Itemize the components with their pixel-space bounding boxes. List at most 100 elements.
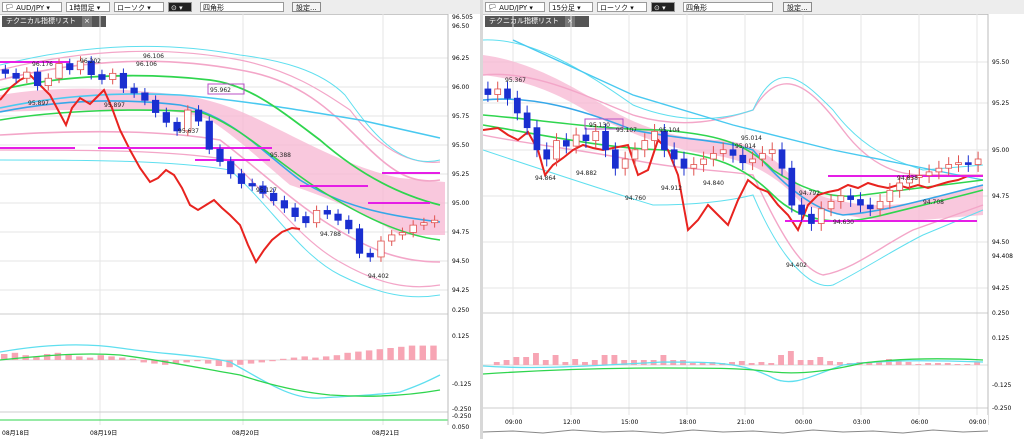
price-tick: 96.25 xyxy=(452,55,469,62)
osc-bar xyxy=(748,363,755,365)
price-tick: 95.00 xyxy=(992,147,1009,154)
candle-body xyxy=(739,154,747,164)
candle-body xyxy=(690,164,698,169)
candle-body xyxy=(98,74,106,80)
candle-body xyxy=(66,63,74,71)
candle-body xyxy=(817,208,825,224)
osc-bar xyxy=(408,345,416,360)
x-label: 15:00 xyxy=(621,419,638,426)
osc-bar xyxy=(542,360,549,365)
candle-body xyxy=(680,158,688,169)
candle-body xyxy=(768,149,776,154)
candle-body xyxy=(533,127,541,151)
osc-bar xyxy=(269,360,276,362)
candle-body xyxy=(484,88,492,95)
price-annotation: 96.106 xyxy=(136,61,157,68)
osc-bar xyxy=(591,360,598,365)
osc-tick: 0.250 xyxy=(452,307,469,314)
candle-body xyxy=(592,130,600,141)
x-label: 12:00 xyxy=(563,419,580,426)
candle-body xyxy=(964,162,972,165)
osc-tick: -0.125 xyxy=(992,382,1012,389)
price-annotation: 94.838 xyxy=(897,175,918,182)
candle-body xyxy=(866,204,874,210)
candle-body xyxy=(205,120,213,150)
osc-bar xyxy=(817,357,824,365)
price-tick: 94.75 xyxy=(452,229,469,236)
candle-body xyxy=(513,97,521,114)
candle-body xyxy=(216,148,224,162)
chart-panel-right: 🏳 AUD/JPY ▾ 15分足 ▾ ローソク ▾ ⊙ ▾ 四角形 設定... … xyxy=(483,0,1024,439)
osc-tick: 0.250 xyxy=(992,310,1009,317)
candle-body xyxy=(504,88,511,99)
x-label: 18:00 xyxy=(679,419,696,426)
price-tick: 94.75 xyxy=(992,193,1009,200)
osc-bar xyxy=(430,345,437,360)
price-tick: 96.50 xyxy=(452,23,469,30)
candle-body xyxy=(602,130,609,151)
chart-panel-left: 🏳 AUD/JPY ▾ 1時間足 ▾ ローソク ▾ ⊙ ▾ 四角形 設定... … xyxy=(0,0,480,439)
candle-body xyxy=(194,109,203,122)
osc-bar xyxy=(97,355,105,360)
candle-body xyxy=(582,134,590,141)
price-annotation: 95.962 xyxy=(210,87,231,94)
osc-bar xyxy=(503,360,510,365)
osc-bar xyxy=(119,357,126,360)
candle-body xyxy=(151,99,160,113)
osc-bar xyxy=(954,364,961,365)
osc-bar xyxy=(905,362,912,365)
osc-bar xyxy=(523,357,530,365)
candle-body xyxy=(621,158,629,169)
osc-bar xyxy=(86,357,94,360)
candle-body xyxy=(612,149,619,169)
candle-body xyxy=(651,130,658,141)
osc-bar xyxy=(915,364,922,365)
osc-bar xyxy=(513,357,520,365)
x-label: 08月20日 xyxy=(232,430,259,437)
osc-bar xyxy=(797,360,804,365)
candle-body xyxy=(876,200,884,210)
candle-body xyxy=(710,153,717,160)
candle-body xyxy=(141,92,149,101)
price-tick: 96.00 xyxy=(452,84,469,91)
price-tick: 95.75 xyxy=(452,113,469,120)
candle-body xyxy=(553,140,560,160)
candle-body xyxy=(631,149,639,160)
price-annotation: 95.637 xyxy=(178,128,199,135)
osc-bar xyxy=(944,363,951,365)
price-tick: 94.25 xyxy=(992,285,1009,292)
price-annotation: 95.897 xyxy=(104,102,125,109)
osc-bar xyxy=(925,363,932,365)
candle-body xyxy=(33,71,42,87)
osc-bar xyxy=(129,358,137,360)
candle-body xyxy=(12,72,20,79)
osc-bar xyxy=(301,356,308,360)
candle-body xyxy=(641,140,649,151)
price-annotation: 95.014 xyxy=(735,143,756,150)
osc-bar xyxy=(493,362,500,365)
osc-bar xyxy=(758,362,765,365)
osc-bar xyxy=(247,360,255,364)
candle-body xyxy=(700,158,707,165)
candle-body xyxy=(398,232,407,236)
candle-body xyxy=(847,195,854,200)
candle-body xyxy=(719,149,727,154)
price-tick: 95.25 xyxy=(992,100,1009,107)
x-label: 21:00 xyxy=(737,419,754,426)
candle-body xyxy=(345,219,353,230)
candle-body xyxy=(334,213,342,221)
osc-bar xyxy=(215,360,223,366)
candle-body xyxy=(798,204,805,215)
osc-bar xyxy=(768,363,775,365)
price-annotation: 95.130 xyxy=(589,122,610,129)
candle-body xyxy=(409,224,417,233)
candle-body xyxy=(312,210,321,224)
price-annotation: 95.104 xyxy=(659,127,680,134)
candle-body xyxy=(431,219,439,224)
x-label: 09:00 xyxy=(505,419,522,426)
osc-bar xyxy=(660,355,667,365)
candle-body xyxy=(23,71,31,79)
osc-bar xyxy=(183,360,190,363)
osc-tick: 0.125 xyxy=(452,333,469,340)
candle-body xyxy=(291,207,299,217)
